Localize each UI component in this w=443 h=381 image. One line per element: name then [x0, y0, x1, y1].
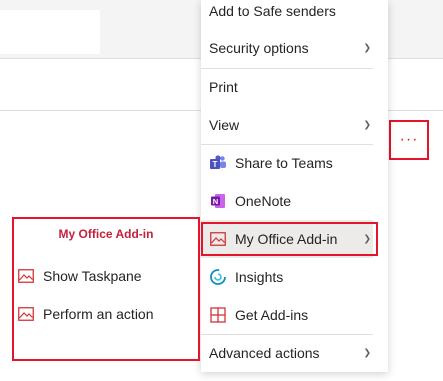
menu-item-label: Print — [209, 79, 238, 95]
menu-item-view[interactable]: View ❯ — [201, 106, 373, 144]
onenote-icon: N — [209, 192, 227, 210]
chevron-right-icon: ❯ — [363, 119, 371, 130]
menu-item-share-to-teams[interactable]: T Share to Teams — [201, 144, 373, 182]
background-card — [0, 10, 100, 54]
chevron-right-icon: ❯ — [363, 347, 371, 358]
menu-item-label: Advanced actions — [209, 345, 320, 361]
menu-item-add-to-safe-senders[interactable]: Add to Safe senders — [201, 0, 373, 30]
menu-item-get-add-ins[interactable]: Get Add-ins — [201, 296, 373, 334]
menu-item-security-options[interactable]: Security options ❯ — [201, 29, 373, 67]
more-icon: ··· — [399, 131, 419, 148]
svg-text:T: T — [213, 160, 218, 169]
menu-item-label: Security options — [209, 40, 309, 56]
menu-item-onenote[interactable]: N OneNote — [201, 182, 373, 220]
menu-item-label: Insights — [235, 269, 284, 285]
menu-item-label: Add to Safe senders — [209, 3, 336, 19]
get-addins-icon — [209, 306, 227, 324]
menu-item-label: Get Add-ins — [235, 307, 309, 323]
menu-item-insights[interactable]: Insights — [201, 258, 373, 296]
more-actions-button[interactable]: ··· — [389, 120, 429, 160]
menu-item-advanced-actions[interactable]: Advanced actions ❯ — [201, 334, 373, 372]
chevron-right-icon: ❯ — [363, 42, 371, 53]
context-menu: Add to Safe senders Security options ❯ P… — [201, 0, 388, 372]
menu-item-label: OneNote — [235, 193, 292, 209]
svg-text:N: N — [213, 197, 218, 206]
menu-item-print[interactable]: Print — [201, 68, 373, 106]
insights-icon — [209, 268, 227, 286]
teams-icon: T — [209, 154, 227, 172]
menu-item-label: Share to Teams — [235, 155, 333, 171]
addin-menu-item-highlight — [201, 222, 378, 256]
menu-item-label: View — [209, 117, 240, 133]
submenu-highlight — [12, 217, 200, 361]
